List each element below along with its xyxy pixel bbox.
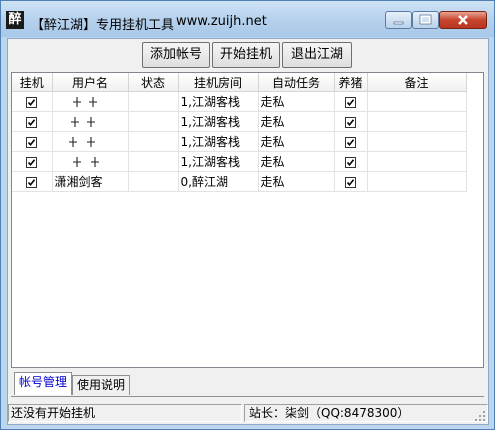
check-mark-icon [346, 138, 355, 146]
window-title: 【醉江湖】专用挂机工具 [31, 18, 175, 33]
tab-divider [11, 396, 484, 397]
room-cell[interactable]: 1,江湖客栈 [178, 91, 259, 112]
check-mark-icon [28, 118, 36, 126]
status-cell[interactable] [128, 111, 179, 132]
status-cell[interactable] [128, 91, 179, 112]
note-cell[interactable] [367, 91, 467, 112]
column-header-status[interactable]: 状态 [128, 73, 179, 92]
check-mark-icon [346, 158, 355, 166]
status-cell[interactable] [128, 171, 179, 192]
column-header-pig[interactable]: 养猪 [334, 73, 368, 92]
note-cell[interactable] [367, 171, 467, 192]
redacted-username-icon [70, 117, 95, 127]
minimize-icon [393, 21, 404, 25]
check-mark-icon [346, 178, 355, 186]
exit-button[interactable]: 退出江湖 [282, 42, 352, 68]
column-header-task[interactable]: 自动任务 [258, 73, 335, 92]
redacted-username-icon [68, 137, 95, 147]
status-cell[interactable] [128, 151, 179, 172]
hang-checkbox-cell[interactable] [12, 171, 53, 192]
tab-usage-instructions[interactable]: 使用说明 [72, 375, 130, 395]
room-cell[interactable]: 1,江湖客栈 [178, 151, 259, 172]
check-mark-icon [28, 158, 36, 166]
redacted-username-icon [72, 97, 97, 107]
task-cell[interactable]: 走私 [258, 151, 335, 172]
close-button[interactable] [439, 11, 487, 29]
room-cell[interactable]: 1,江湖客栈 [178, 111, 259, 132]
room-cell[interactable]: 1,江湖客栈 [178, 131, 259, 152]
status-cell[interactable] [128, 131, 179, 152]
note-cell[interactable] [367, 151, 467, 172]
username-cell[interactable] [52, 151, 129, 172]
title-bar[interactable]: 醉 【醉江湖】专用挂机工具 www.zuijh.net [1, 1, 494, 37]
hang-checkbox[interactable] [26, 176, 38, 188]
pig-checkbox[interactable] [345, 96, 356, 108]
start-hang-button[interactable]: 开始挂机 [212, 42, 280, 68]
add-account-button[interactable]: 添加帐号 [142, 42, 210, 68]
app-window: 醉 【醉江湖】专用挂机工具 www.zuijh.net 添加帐号 开始挂机 退出… [0, 0, 495, 430]
table-header-row: 挂机 用户名 状态 挂机房间 自动任务 养猪 备注 [12, 73, 467, 92]
pig-checkbox-cell[interactable] [334, 91, 368, 112]
status-bar: 还没有开始挂机 站长：柒剑（QQ:8478300） [8, 402, 488, 424]
note-cell[interactable] [367, 111, 467, 132]
task-cell[interactable]: 走私 [258, 91, 335, 112]
app-logo-icon: 醉 [6, 11, 24, 29]
close-icon [458, 15, 468, 25]
username-cell[interactable]: 潇湘剑客 [52, 171, 129, 192]
column-header-username[interactable]: 用户名 [52, 73, 129, 92]
check-mark-icon [346, 118, 355, 126]
pig-checkbox-cell[interactable] [334, 171, 368, 192]
maximize-button[interactable] [412, 11, 439, 29]
username-cell[interactable] [52, 131, 129, 152]
status-owner-info: 站长：柒剑（QQ:8478300） [244, 404, 488, 422]
client-area: 添加帐号 开始挂机 退出江湖 挂机 用户名 状态 挂机房间 自动任务 养猪 备注… [7, 38, 489, 425]
check-mark-icon [28, 178, 36, 186]
pig-checkbox[interactable] [345, 116, 356, 128]
redacted-username-icon [72, 157, 99, 167]
check-mark-icon [346, 98, 355, 106]
username-cell[interactable] [52, 91, 129, 112]
column-header-room[interactable]: 挂机房间 [178, 73, 259, 92]
username-text: 潇湘剑客 [54, 175, 103, 189]
hang-checkbox-cell[interactable] [12, 151, 53, 172]
hang-checkbox[interactable] [26, 116, 38, 128]
check-mark-icon [28, 98, 36, 106]
pig-checkbox[interactable] [345, 136, 356, 148]
check-mark-icon [28, 138, 36, 146]
window-title-url: www.zuijh.net [176, 14, 267, 29]
account-grid[interactable]: 挂机 用户名 状态 挂机房间 自动任务 养猪 备注 1,江湖客栈 走私 1,江湖客栈… [11, 72, 484, 368]
table-row[interactable]: 潇湘剑客 0,醉江湖 走私 [12, 171, 467, 192]
hang-checkbox[interactable] [26, 156, 38, 168]
table-row[interactable]: 1,江湖客栈 走私 [12, 91, 467, 112]
pig-checkbox-cell[interactable] [334, 111, 368, 132]
account-table: 挂机 用户名 状态 挂机房间 自动任务 养猪 备注 1,江湖客栈 走私 1,江湖客栈… [12, 73, 467, 192]
hang-checkbox-cell[interactable] [12, 111, 53, 132]
table-row[interactable]: 1,江湖客栈 走私 [12, 131, 467, 152]
tab-account-management[interactable]: 帐号管理 [14, 372, 72, 395]
task-cell[interactable]: 走私 [258, 111, 335, 132]
hang-checkbox[interactable] [26, 96, 38, 108]
hang-checkbox-cell[interactable] [12, 131, 53, 152]
hang-checkbox[interactable] [26, 136, 38, 148]
resize-grip-icon[interactable] [474, 410, 486, 422]
column-header-hang[interactable]: 挂机 [12, 73, 53, 92]
minimize-button[interactable] [385, 11, 412, 29]
pig-checkbox[interactable] [345, 176, 356, 188]
table-row[interactable]: 1,江湖客栈 走私 [12, 111, 467, 132]
pig-checkbox-cell[interactable] [334, 131, 368, 152]
room-cell[interactable]: 0,醉江湖 [178, 171, 259, 192]
pig-checkbox[interactable] [345, 156, 356, 168]
column-header-note[interactable]: 备注 [367, 73, 467, 92]
pig-checkbox-cell[interactable] [334, 151, 368, 172]
username-cell[interactable] [52, 111, 129, 132]
hang-checkbox-cell[interactable] [12, 91, 53, 112]
task-cell[interactable]: 走私 [258, 131, 335, 152]
maximize-icon [419, 14, 432, 25]
status-message: 还没有开始挂机 [8, 404, 242, 422]
note-cell[interactable] [367, 131, 467, 152]
task-cell[interactable]: 走私 [258, 171, 335, 192]
table-row[interactable]: 1,江湖客栈 走私 [12, 151, 467, 172]
